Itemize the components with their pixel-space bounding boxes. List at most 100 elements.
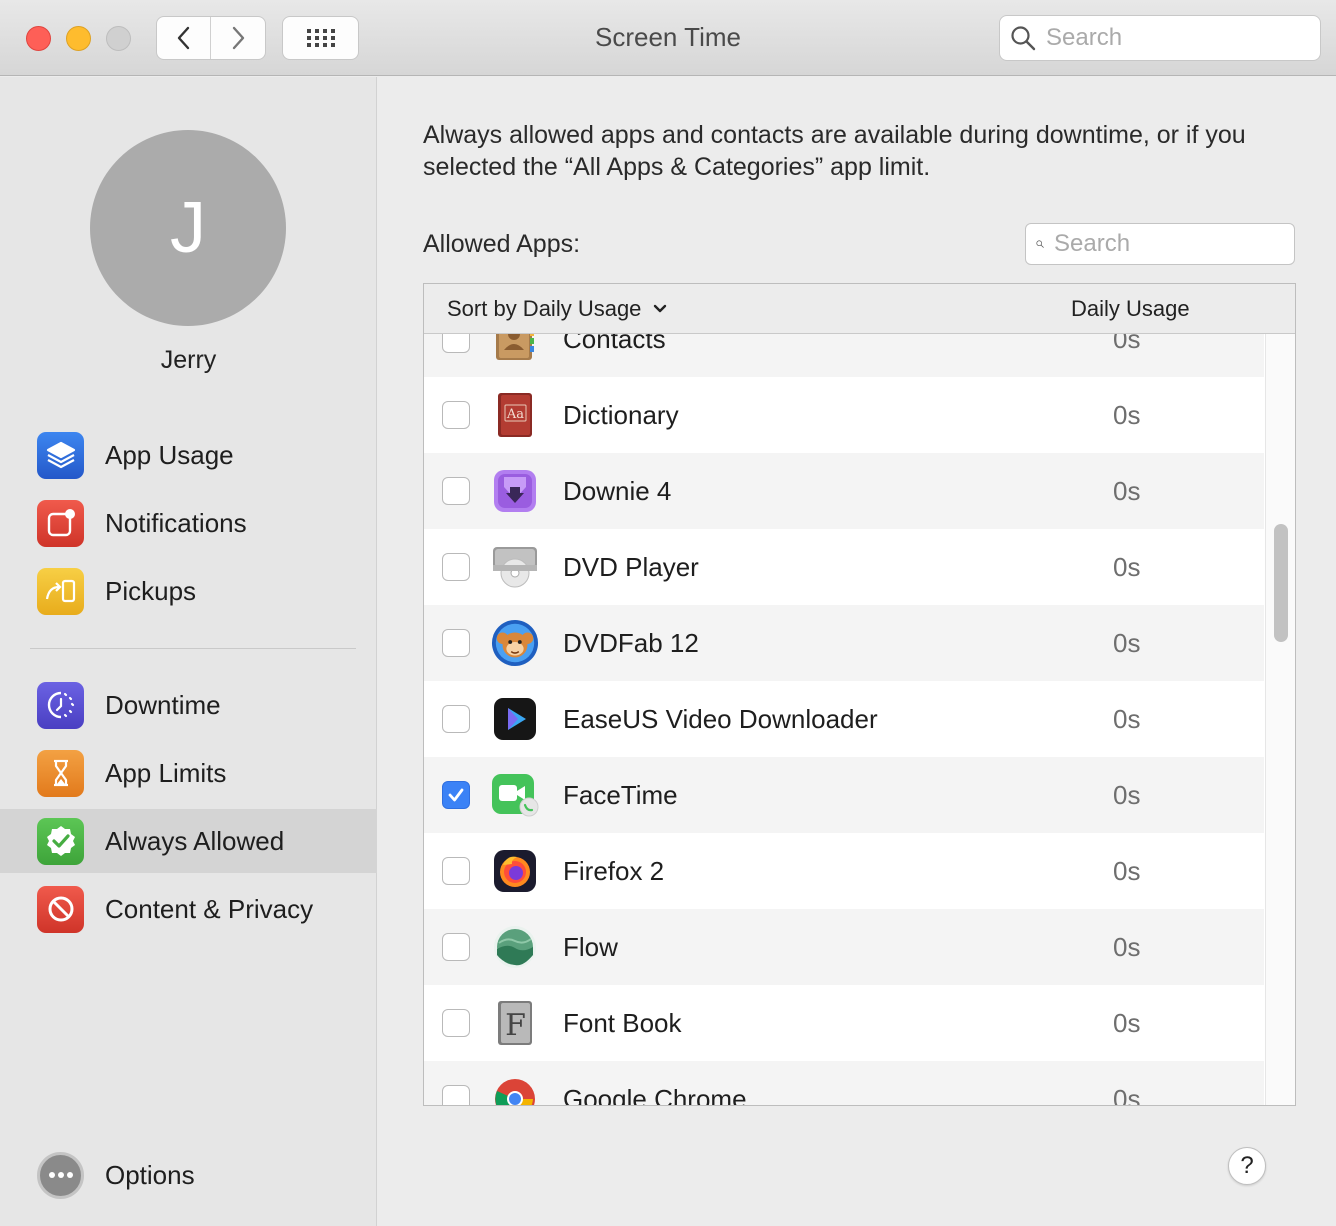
sidebar-divider xyxy=(30,648,356,649)
app-checkbox[interactable] xyxy=(442,857,470,885)
app-row-flow[interactable]: Flow 0s xyxy=(424,909,1264,985)
app-row-dvd-player[interactable]: DVD Player 0s xyxy=(424,529,1264,605)
window-title: Screen Time xyxy=(595,22,741,52)
dvd-player-icon xyxy=(491,543,539,591)
downtime-clock-icon xyxy=(37,681,84,729)
minimize-window-button[interactable] xyxy=(66,26,91,51)
app-name: Font Book xyxy=(563,1007,682,1038)
app-row-firefox-2[interactable]: Firefox 2 0s xyxy=(424,833,1264,909)
grid-icon xyxy=(306,29,335,47)
show-all-button[interactable] xyxy=(282,16,359,60)
app-name: DVD Player xyxy=(563,551,699,582)
svg-text:F: F xyxy=(505,1008,526,1043)
checkmark-seal-icon xyxy=(37,817,84,865)
title-bar: Screen Time xyxy=(0,0,1336,76)
preferences-search-field[interactable] xyxy=(999,15,1321,61)
sidebar-item-always-allowed[interactable]: Always Allowed xyxy=(0,809,377,873)
contacts-icon xyxy=(491,334,539,363)
sidebar-item-pickups[interactable]: Pickups xyxy=(0,559,377,623)
checkmark-icon xyxy=(448,788,464,802)
app-checkbox[interactable] xyxy=(442,401,470,429)
sidebar-item-label: App Usage xyxy=(105,439,234,470)
chrome-icon xyxy=(491,1075,539,1105)
search-icon xyxy=(1011,26,1036,51)
search-icon xyxy=(1036,240,1044,248)
app-name: Contacts xyxy=(563,334,666,354)
app-checkbox-checked[interactable] xyxy=(442,781,470,809)
allowed-apps-table: Sort by Daily Usage Daily Usage Contacts… xyxy=(423,283,1296,1106)
app-checkbox[interactable] xyxy=(442,933,470,961)
app-usage: 0s xyxy=(1113,475,1141,506)
avatar[interactable]: J xyxy=(90,130,286,326)
always-allowed-description: Always allowed apps and contacts are ava… xyxy=(423,121,1246,181)
options-button[interactable]: Options xyxy=(0,1143,377,1207)
apps-search-input[interactable] xyxy=(1054,230,1294,258)
app-checkbox[interactable] xyxy=(442,629,470,657)
sort-dropdown[interactable]: Sort by Daily Usage xyxy=(447,296,673,322)
table-header: Sort by Daily Usage Daily Usage xyxy=(424,284,1295,334)
app-checkbox[interactable] xyxy=(442,705,470,733)
app-row-dictionary[interactable]: Aa Dictionary 0s xyxy=(424,377,1264,453)
help-button[interactable]: ? xyxy=(1228,1147,1266,1185)
app-usage: 0s xyxy=(1113,855,1141,886)
sort-label: Sort by Daily Usage xyxy=(447,296,642,321)
app-checkbox[interactable] xyxy=(442,553,470,581)
phone-pickup-icon xyxy=(37,567,84,615)
allowed-apps-label: Allowed Apps: xyxy=(423,230,581,258)
chevron-down-icon xyxy=(654,304,667,313)
sidebar-item-content-privacy[interactable]: Content & Privacy xyxy=(0,877,377,941)
close-window-button[interactable] xyxy=(26,26,51,51)
downie-icon xyxy=(491,467,539,515)
sidebar-item-notifications[interactable]: Notifications xyxy=(0,491,377,555)
app-name: Flow xyxy=(563,931,618,962)
zoom-window-button[interactable] xyxy=(106,26,131,51)
navigation-buttons xyxy=(156,16,266,60)
apps-search-field[interactable] xyxy=(1025,223,1295,265)
app-checkbox[interactable] xyxy=(442,1009,470,1037)
apps-list: Contacts 0s Aa Dictionary 0s Downie 4 0s… xyxy=(424,334,1264,1105)
app-usage: 0s xyxy=(1113,1007,1141,1038)
preferences-search-input[interactable] xyxy=(1046,24,1286,52)
flow-icon xyxy=(491,923,539,971)
facetime-icon xyxy=(491,771,539,819)
app-row-downie-4[interactable]: Downie 4 0s xyxy=(424,453,1264,529)
user-name: Jerry xyxy=(160,346,217,374)
app-row-google-chrome[interactable]: Google Chrome 0s xyxy=(424,1061,1264,1105)
back-button[interactable] xyxy=(157,17,212,59)
app-row-contacts[interactable]: Contacts 0s xyxy=(424,334,1264,377)
forward-button[interactable] xyxy=(211,17,265,59)
chevron-right-icon xyxy=(232,26,245,50)
sidebar-item-label: Downtime xyxy=(105,689,221,720)
sidebar-item-app-limits[interactable]: App Limits xyxy=(0,741,377,805)
app-row-dvdfab-12[interactable]: DVDFab 12 0s xyxy=(424,605,1264,681)
firefox-icon xyxy=(491,847,539,895)
app-checkbox[interactable] xyxy=(442,1085,470,1105)
dictionary-icon: Aa xyxy=(491,391,539,439)
sidebar-item-label: Notifications xyxy=(105,507,247,538)
sidebar-item-label: App Limits xyxy=(105,757,227,788)
sidebar-item-downtime[interactable]: Downtime xyxy=(0,673,377,737)
ellipsis-circle-icon xyxy=(37,1151,84,1199)
app-row-facetime[interactable]: FaceTime 0s xyxy=(424,757,1264,833)
chevron-left-icon xyxy=(177,26,189,50)
sidebar-item-label: Pickups xyxy=(105,575,197,606)
app-name: FaceTime xyxy=(563,779,678,810)
app-row-font-book[interactable]: F Font Book 0s xyxy=(424,985,1264,1061)
apps-list-scrollbar[interactable] xyxy=(1265,334,1295,1105)
sidebar-item-label: Always Allowed xyxy=(105,825,285,856)
options-label: Options xyxy=(105,1159,195,1190)
app-checkbox[interactable] xyxy=(442,334,470,353)
sidebar-item-label: Content & Privacy xyxy=(105,893,314,924)
app-name: Dictionary xyxy=(563,399,679,430)
svg-text:Aa: Aa xyxy=(506,407,524,422)
app-name: Google Chrome xyxy=(563,1083,747,1106)
sidebar: J Jerry App Usage Notifications Pickups … xyxy=(0,77,377,1226)
scrollbar-thumb[interactable] xyxy=(1274,524,1288,642)
app-usage: 0s xyxy=(1113,551,1141,582)
layers-icon xyxy=(37,431,84,479)
app-checkbox[interactable] xyxy=(442,477,470,505)
daily-usage-column-header[interactable]: Daily Usage xyxy=(1071,296,1190,322)
sidebar-item-app-usage[interactable]: App Usage xyxy=(0,423,377,487)
app-usage: 0s xyxy=(1113,399,1141,430)
app-row-easeus-video-downloader[interactable]: EaseUS Video Downloader 0s xyxy=(424,681,1264,757)
